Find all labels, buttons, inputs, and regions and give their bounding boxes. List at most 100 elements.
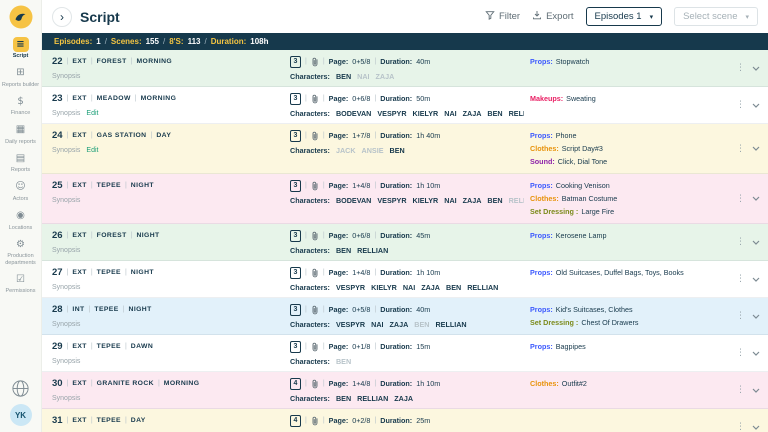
characters-line: Characters: JACK ANSIE BEN xyxy=(290,146,524,155)
row-menu-icon[interactable]: ⋮ xyxy=(736,63,745,73)
row-menu-icon[interactable]: ⋮ xyxy=(736,100,745,110)
scene-attributes: Props: Cooking Venison Clothes: Batman Cost… xyxy=(530,179,730,218)
expand-row-icon[interactable] xyxy=(752,146,760,151)
row-menu-icon[interactable]: ⋮ xyxy=(736,237,745,247)
sidebar-item-script[interactable]: ≡ Script xyxy=(0,34,42,63)
row-actions: ⋮ xyxy=(730,414,760,432)
episodes-dropdown[interactable]: Episodes 1 ▾ xyxy=(585,7,663,26)
meta-separator: | xyxy=(305,58,307,65)
synopsis-link[interactable]: Synopsis xyxy=(52,321,80,328)
props-label: Props: xyxy=(530,268,553,277)
language-globe-icon[interactable] xyxy=(11,379,30,398)
row-menu-icon[interactable]: ⋮ xyxy=(736,194,745,204)
expand-row-icon[interactable] xyxy=(752,388,760,393)
duration-value: 1h 10m xyxy=(416,268,441,277)
select-scene-dropdown[interactable]: Select scene ▾ xyxy=(674,7,758,26)
set-dressing-label: Set Dressing : xyxy=(530,318,579,327)
synopsis-link[interactable]: Synopsis xyxy=(52,395,80,402)
scene-tag: INT xyxy=(72,306,85,313)
attribute-line: Props: Old Suitcases, Duffel Bags, Toys, … xyxy=(530,266,730,279)
character-name: ANSIE xyxy=(361,146,384,155)
row-menu-icon[interactable]: ⋮ xyxy=(736,385,745,395)
permissions-icon: ☑ xyxy=(16,273,25,285)
clothes-label: Clothes: xyxy=(530,194,559,203)
attribute-value: Script Day#3 xyxy=(561,144,603,153)
expand-row-icon[interactable] xyxy=(752,314,760,319)
meta-line: 4 | | Page: 0+2/8 | Duration: 25m xyxy=(290,414,524,427)
export-button[interactable]: Export xyxy=(532,10,574,23)
scene-heading: 29 | EXT | TEPEE | DAWN xyxy=(52,340,284,353)
filter-button[interactable]: Filter xyxy=(485,10,520,23)
synopsis-link[interactable]: Synopsis xyxy=(52,73,80,80)
synopsis-link[interactable]: Synopsis xyxy=(52,247,80,254)
scene-tag: EXT xyxy=(72,269,87,276)
attachment-icon[interactable] xyxy=(311,57,319,67)
sidebar-item-actors[interactable]: ☺ Actors xyxy=(0,177,42,206)
expand-row-icon[interactable] xyxy=(752,351,760,356)
app-logo[interactable] xyxy=(9,5,33,29)
user-avatar[interactable]: YK xyxy=(9,404,32,426)
attachment-icon[interactable] xyxy=(311,268,319,278)
character-name: NAI xyxy=(402,283,416,292)
edit-link[interactable]: Edit xyxy=(86,110,98,117)
attachment-icon[interactable] xyxy=(311,131,319,141)
tag-separator: | xyxy=(66,380,69,387)
sidebar-item-label: Actors xyxy=(12,195,29,202)
meta-line: 3 | | Page: 0+6/8 | Duration: 45m xyxy=(290,229,524,242)
sidebar-item-locations[interactable]: ◉ Locations xyxy=(0,206,42,235)
synopsis-link[interactable]: Synopsis xyxy=(52,358,80,365)
expand-row-icon[interactable] xyxy=(752,240,760,245)
row-menu-icon[interactable]: ⋮ xyxy=(736,274,745,284)
edit-link[interactable]: Edit xyxy=(86,147,98,154)
sidebar-item-daily-reports[interactable]: ▦ Daily reports xyxy=(0,120,42,149)
expand-row-icon[interactable] xyxy=(752,66,760,71)
scene-attributes: Props: Stopwatch xyxy=(530,55,730,81)
expand-row-icon[interactable] xyxy=(752,196,760,201)
synopsis-link[interactable]: Synopsis xyxy=(52,110,80,117)
row-menu-icon[interactable]: ⋮ xyxy=(736,422,745,432)
attachment-icon[interactable] xyxy=(311,416,319,426)
sidebar-item-finance[interactable]: $ Finance xyxy=(0,91,42,120)
sidebar-item-permissions[interactable]: ☑ Permissions xyxy=(0,269,42,298)
synopsis-line: Synopsis Edit xyxy=(52,146,284,155)
synopsis-link[interactable]: Synopsis xyxy=(52,284,80,291)
tag-separator: | xyxy=(124,343,127,350)
reports-icon: ▤ xyxy=(15,152,26,164)
attribute-value: Phone xyxy=(555,131,577,140)
row-menu-icon[interactable]: ⋮ xyxy=(736,348,745,358)
scene-tag: NIGHT xyxy=(130,182,154,189)
sidebar-item-reports-builder[interactable]: ⊞ Reports builder xyxy=(0,63,42,92)
meta-separator: | xyxy=(322,58,325,65)
attachment-icon[interactable] xyxy=(311,94,319,104)
synopsis-link[interactable]: Synopsis xyxy=(52,197,80,204)
characters-label: Characters: xyxy=(290,246,330,255)
reports-builder-icon: ⊞ xyxy=(16,67,25,79)
expand-row-icon[interactable] xyxy=(752,103,760,108)
expand-panel-button[interactable]: › xyxy=(52,6,72,27)
sidebar-item-reports[interactable]: ▤ Reports xyxy=(0,148,42,177)
scene-info: 28 | INT | TEPEE | NIGHT Synopsis xyxy=(52,303,290,329)
attachment-icon[interactable] xyxy=(311,342,319,352)
scene-heading: 25 | EXT | TEPEE | NIGHT xyxy=(52,179,284,192)
meta-line: 3 | | Page: 0+5/8 | Duration: 40m xyxy=(290,55,524,68)
sidebar-item-label: Reports xyxy=(10,167,31,174)
scene-meta: 3 | | Page: 0+5/8 | Duration: 40m Characters: VES… xyxy=(290,303,530,329)
scene-tag: EXT xyxy=(72,232,87,239)
attachment-icon[interactable] xyxy=(311,181,319,191)
row-menu-icon[interactable]: ⋮ xyxy=(736,311,745,321)
attachment-icon[interactable] xyxy=(311,305,319,315)
expand-row-icon[interactable] xyxy=(752,425,760,430)
synopsis-link[interactable]: Synopsis xyxy=(52,147,80,154)
tag-separator: | xyxy=(66,417,69,424)
scene-tag: EXT xyxy=(72,343,87,350)
tag-separator: | xyxy=(90,417,93,424)
duration-label: Duration: xyxy=(380,231,413,240)
expand-row-icon[interactable] xyxy=(752,277,760,282)
tag-separator: | xyxy=(90,343,93,350)
attachment-icon[interactable] xyxy=(311,231,319,241)
sidebar-item-production-departments[interactable]: ⚙ Production departments xyxy=(0,234,42,269)
row-menu-icon[interactable]: ⋮ xyxy=(736,144,745,154)
characters-line: Characters: BEN xyxy=(290,357,524,366)
attachment-icon[interactable] xyxy=(311,379,319,389)
meta-separator: | xyxy=(305,417,307,424)
